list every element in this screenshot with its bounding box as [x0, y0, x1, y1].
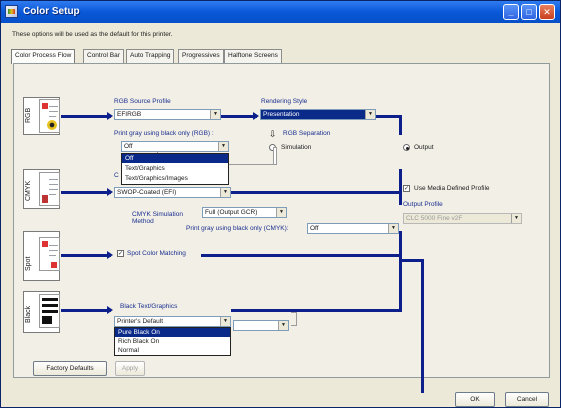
cmyk-print-gray-label: Print gray using black only (CMYK):: [186, 225, 289, 232]
rgb-source-profile-label: RGB Source Profile: [114, 98, 171, 105]
chevron-down-icon: ▼: [210, 110, 220, 119]
close-button[interactable]: ✕: [539, 4, 555, 20]
title-bar[interactable]: Color Setup _ □ ✕: [1, 1, 560, 23]
cmyk-simulation-method-label: CMYK Simulation Method: [132, 211, 183, 225]
dropdown-option-off[interactable]: Off: [122, 154, 228, 163]
document-icon: [39, 172, 60, 206]
black-text-graphics-label: Black Text/Graphics: [120, 303, 178, 310]
info-text: These options will be used as the defaul…: [12, 31, 173, 38]
document-icon: [39, 99, 60, 133]
black-text-graphics-dropdown: Pure Black On Rich Black On Normal: [114, 327, 231, 356]
arrow-right-icon: [107, 251, 113, 259]
rgb-separation-label: RGB Separation: [283, 130, 331, 137]
black-side-label: Black: [25, 305, 32, 323]
black-overprint-select[interactable]: ▼: [233, 320, 289, 331]
spot-flow-line: [61, 254, 111, 257]
arrow-right-icon: [107, 112, 113, 120]
chevron-down-icon: ▼: [511, 214, 521, 223]
cmyk-to-output-line: [231, 191, 371, 194]
cmyk-side-label: CMYK: [25, 180, 32, 201]
document-icon: [39, 294, 60, 328]
rgb-to-rendering-line: [221, 115, 257, 118]
chevron-down-icon: ▼: [388, 224, 398, 233]
rendering-to-output-line: [376, 115, 400, 118]
simulation-label: Simulation: [281, 144, 312, 151]
rgb-side-label: RGB: [25, 107, 32, 123]
black-vertical-line: [399, 256, 402, 312]
printer-feed-line: [421, 259, 424, 393]
rendering-style-select[interactable]: Presentation ▼: [260, 109, 376, 120]
color-setup-window: Color Setup _ □ ✕ These options will be …: [0, 0, 561, 408]
rgb-print-gray-dropdown: Off Text/Graphics Text/Graphics/Images: [121, 153, 229, 185]
cmyk-output-connector: [371, 191, 401, 194]
tab-progressives[interactable]: Progressives: [178, 49, 224, 63]
rendering-style-label: Rendering Style: [261, 98, 308, 105]
dropdown-option-normal[interactable]: Normal: [115, 346, 230, 355]
dropdown-option-pure-black[interactable]: Pure Black On: [115, 328, 230, 337]
output-label: Output: [414, 144, 434, 151]
output-vertical-line-2: [399, 169, 402, 205]
spot-side-label: Spot: [25, 256, 32, 271]
apply-button[interactable]: Apply: [115, 361, 145, 376]
factory-defaults-button[interactable]: Factory Defaults: [33, 361, 107, 376]
separation-connector-cap: [273, 147, 277, 165]
rendering-style-value: Presentation: [263, 111, 300, 118]
rgb-print-gray-label: Print gray using black only (RGB) :: [114, 130, 214, 137]
arrow-right-icon: [107, 306, 113, 314]
cmyk-print-gray-value: Off: [310, 225, 319, 232]
spot-color-matching-checkbox[interactable]: ✓: [117, 250, 124, 257]
chevron-down-icon: ▼: [276, 208, 286, 217]
dropdown-option-text-graphics[interactable]: Text/Graphics: [122, 164, 228, 173]
dropdown-option-rich-black[interactable]: Rich Black On: [115, 337, 230, 346]
black-connector: [291, 312, 297, 326]
tab-control-bar[interactable]: Control Bar: [83, 49, 124, 63]
black-text-graphics-select[interactable]: Printer's Default ▼: [114, 316, 231, 327]
arrow-right-icon: [253, 112, 259, 120]
output-vertical-line: [399, 115, 402, 135]
spot-color-matching-label: Spot Color Matching: [127, 250, 186, 257]
ok-button[interactable]: OK: [455, 392, 495, 407]
spot-vertical-line: [399, 231, 402, 257]
chevron-down-icon: ▼: [365, 110, 375, 119]
use-media-profile-checkbox[interactable]: ✓: [403, 185, 410, 192]
cmyk-source-select[interactable]: SWOP-Coated (EFI) ▼: [114, 187, 231, 198]
separation-arrow-icon: ⇩: [269, 129, 277, 139]
output-profile-label: Output Profile: [403, 201, 443, 208]
tab-halftone-screens[interactable]: Halftone Screens: [224, 49, 282, 63]
color-setup-app-icon: [5, 5, 18, 18]
tab-auto-trapping[interactable]: Auto Trapping: [126, 49, 175, 63]
cmyk-flow-line: [61, 191, 111, 194]
black-flow-line: [61, 309, 111, 312]
rgb-flow-line: [61, 115, 111, 118]
cmyk-source-partial-label: C: [114, 172, 119, 179]
tab-color-process-flow[interactable]: Color Process Flow: [11, 49, 76, 64]
rgb-source-profile-select[interactable]: EFIRGB ▼: [114, 109, 221, 120]
spot-to-output-line: [201, 254, 401, 257]
black-text-graphics-value: Printer's Default: [117, 318, 164, 325]
minimize-button[interactable]: _: [503, 4, 519, 20]
cancel-button[interactable]: Cancel: [505, 392, 549, 407]
window-title: Color Setup: [23, 6, 80, 17]
document-icon: [39, 237, 60, 271]
cmyk-source-value: SWOP-Coated (EFI): [117, 189, 177, 196]
rgb-source-profile-value: EFIRGB: [117, 111, 142, 118]
rgb-print-gray-value: Off: [124, 143, 133, 150]
black-to-output-line: [231, 309, 401, 312]
use-media-profile-label: Use Media Defined Profile: [414, 185, 490, 192]
cmyk-print-gray-select[interactable]: Off ▼: [307, 223, 399, 234]
maximize-button[interactable]: □: [521, 4, 537, 20]
output-radio[interactable]: [403, 144, 410, 151]
arrow-right-icon: [107, 188, 113, 196]
chevron-down-icon: ▼: [218, 142, 228, 151]
cmyk-simulation-method-value: Full (Output GCR): [205, 209, 258, 216]
chevron-down-icon: ▼: [278, 321, 288, 330]
cmyk-simulation-method-select[interactable]: Full (Output GCR) ▼: [202, 207, 287, 218]
chevron-down-icon: ▼: [220, 188, 230, 197]
chevron-down-icon: ▼: [220, 317, 230, 326]
output-profile-value: CLC 5000 Fine v2F: [406, 215, 463, 222]
output-profile-select[interactable]: CLC 5000 Fine v2F ▼: [403, 213, 522, 224]
dropdown-option-text-graphics-images[interactable]: Text/Graphics/Images: [122, 174, 228, 183]
